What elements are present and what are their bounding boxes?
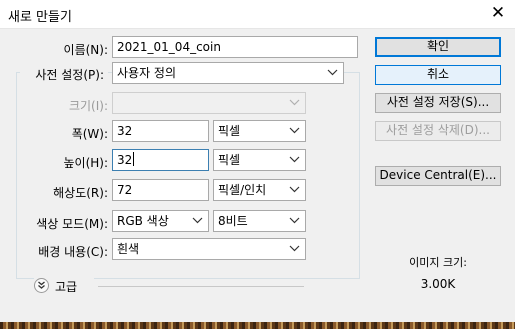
background-label: 배경 내용(C): [38,245,108,259]
height-unit-value: 픽셀 [218,153,241,167]
background-texture-strip [0,322,515,329]
image-size-label: 이미지 크기: [409,256,467,269]
advanced-label: 고급 [55,280,78,294]
bit-depth-select[interactable]: 8비트 [213,210,306,232]
resolution-unit-value: 픽셀/인치 [218,183,267,197]
ok-button[interactable]: 확인 [375,37,501,57]
image-size-value: 3.00K [420,277,456,291]
title-bar [0,0,515,28]
chevron-down-icon [327,69,338,76]
text-caret [133,152,135,166]
height-input[interactable]: 32 [112,149,209,171]
advanced-toggle[interactable]: 고급 [34,278,94,294]
chevron-down-icon [289,186,300,193]
size-select[interactable] [112,92,306,114]
width-unit-select[interactable]: 픽셀 [213,120,306,142]
chevron-down-icon [289,156,300,163]
height-label: 높이(H): [63,156,108,170]
preset-label: 사전 설정(P): [20,66,108,83]
width-unit-value: 픽셀 [218,124,241,138]
background-value: 흰색 [117,242,140,256]
width-input[interactable]: 32 [112,120,209,142]
color-mode-value: RGB 색상 [117,214,169,228]
color-mode-select[interactable]: RGB 색상 [112,210,209,232]
resolution-label: 해상도(R): [53,186,108,200]
chevron-down-icon [289,99,300,106]
chevron-down-icon [289,217,300,224]
chevron-down-icon [289,127,300,134]
width-label: 폭(W): [71,127,108,141]
bit-depth-value: 8비트 [218,214,248,228]
save-preset-button[interactable]: 사전 설정 저장(S)... [375,93,501,113]
background-select[interactable]: 흰색 [112,238,306,260]
preset-value: 사용자 정의 [117,66,177,80]
height-value: 32 [117,153,133,167]
advanced-divider [98,286,304,287]
height-unit-select[interactable]: 픽셀 [213,149,306,171]
chevron-down-icon [192,217,203,224]
delete-preset-button[interactable]: 사전 설정 삭제(D)... [375,121,501,141]
resolution-unit-select[interactable]: 픽셀/인치 [213,179,306,201]
expand-icon [34,278,49,293]
chevron-down-icon [289,245,300,252]
device-central-button[interactable]: Device Central(E)... [375,166,501,186]
color-mode-label: 색상 모드(M): [36,217,108,231]
cancel-button[interactable]: 취소 [375,65,501,85]
close-icon[interactable]: ✕ [488,3,508,23]
preset-select[interactable]: 사용자 정의 [112,62,344,84]
name-input[interactable]: 2021_01_04_coin [112,36,358,58]
window-title: 새로 만들기 [8,10,72,25]
resolution-input[interactable]: 72 [112,179,209,201]
name-label: 이름(N): [63,43,108,57]
size-label: 크기(I): [68,99,108,113]
